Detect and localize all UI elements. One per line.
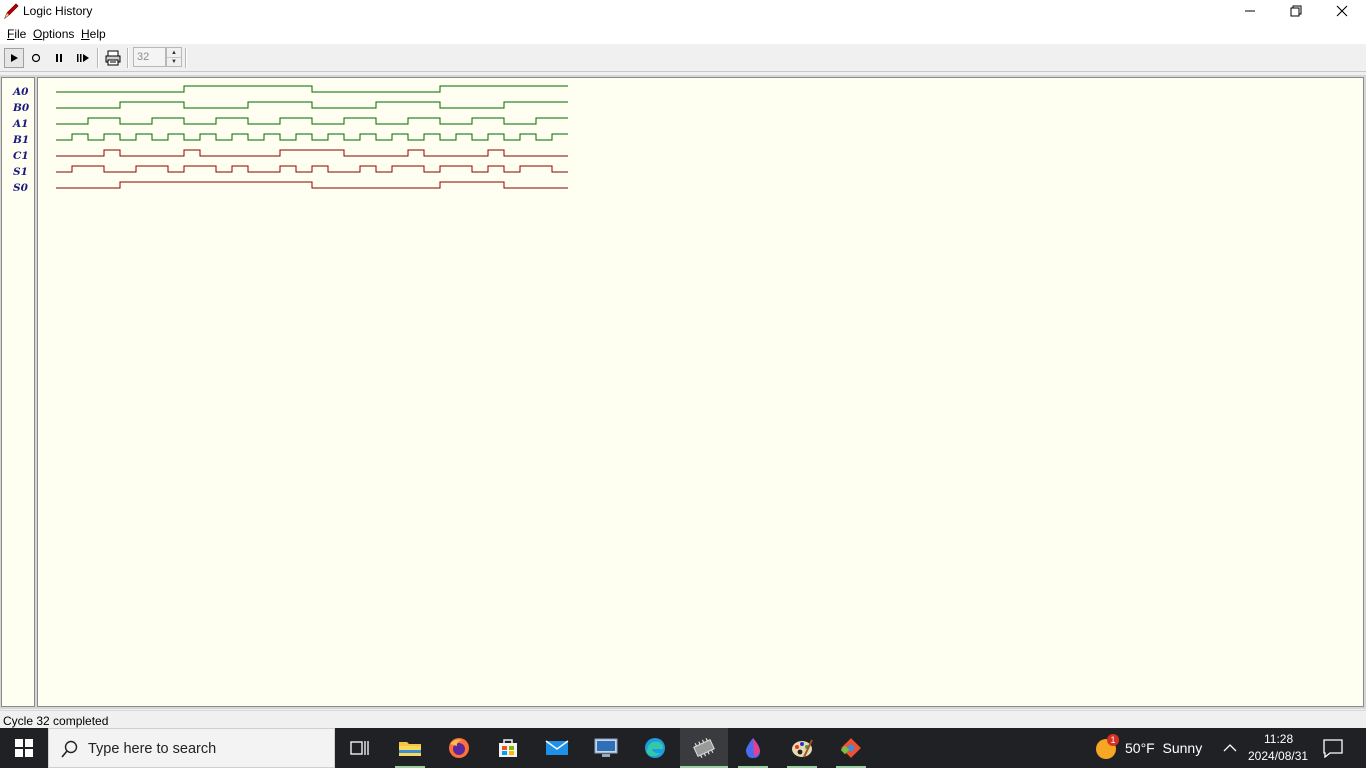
show-hidden-icons-button[interactable] bbox=[1221, 740, 1239, 756]
restore-button[interactable] bbox=[1273, 0, 1319, 23]
title-bar: Logic History bbox=[0, 0, 1366, 23]
waveform-s0 bbox=[56, 181, 568, 189]
signal-label-b1: B1 bbox=[13, 134, 30, 146]
taskbar-logic-simulator[interactable] bbox=[680, 728, 728, 768]
windows-icon bbox=[15, 739, 33, 757]
menu-options[interactable]: Options bbox=[33, 27, 74, 41]
cycle-count-input[interactable]: 32 bbox=[133, 47, 166, 67]
signal-label-s1: S1 bbox=[13, 166, 28, 178]
notifications-button[interactable] bbox=[1322, 738, 1344, 759]
record-button[interactable] bbox=[26, 48, 46, 68]
waveform-a1 bbox=[56, 117, 568, 125]
task-view-button[interactable] bbox=[336, 728, 384, 768]
signal-label-s0: S0 bbox=[13, 182, 28, 194]
toolbar-separator bbox=[97, 48, 99, 68]
spin-up-icon[interactable]: ▲ bbox=[167, 48, 181, 57]
step-icon bbox=[77, 54, 89, 62]
menu-file[interactable]: File bbox=[7, 27, 26, 41]
close-icon bbox=[1336, 5, 1348, 17]
spin-down-icon[interactable]: ▼ bbox=[167, 57, 181, 66]
signal-label-b0: B0 bbox=[13, 102, 30, 114]
remote-desktop-icon bbox=[594, 738, 618, 757]
palette-icon bbox=[792, 739, 813, 758]
close-button[interactable] bbox=[1319, 0, 1365, 23]
taskbar-remote-desktop[interactable] bbox=[582, 728, 630, 768]
clock-date[interactable]: 2024/08/31 bbox=[1248, 749, 1308, 763]
menu-help[interactable]: Help bbox=[81, 27, 106, 41]
taskbar: Type here to search 1 50°F Sunny 11:28 2… bbox=[0, 728, 1366, 768]
waveform-c1 bbox=[56, 149, 568, 157]
play-button[interactable] bbox=[4, 48, 24, 68]
pencil-icon bbox=[4, 3, 19, 19]
search-placeholder: Type here to search bbox=[88, 741, 217, 757]
waveform-b1 bbox=[56, 133, 568, 141]
firefox-icon bbox=[449, 738, 469, 758]
menu-bar: File Options Help bbox=[0, 23, 1366, 44]
signal-labels-pane: A0 B0 A1 B1 C1 S1 S0 bbox=[1, 77, 35, 707]
clock-time[interactable]: 11:28 bbox=[1264, 732, 1293, 746]
task-view-icon bbox=[350, 741, 369, 755]
signal-label-c1: C1 bbox=[13, 150, 29, 162]
file-explorer-icon bbox=[399, 742, 421, 756]
waveform-a0 bbox=[56, 85, 568, 93]
minimize-button[interactable] bbox=[1227, 0, 1273, 23]
start-button[interactable] bbox=[0, 728, 48, 768]
signal-label-a0: A0 bbox=[13, 86, 29, 98]
taskbar-search-box[interactable]: Type here to search bbox=[48, 728, 335, 768]
taskbar-firefox[interactable] bbox=[435, 728, 483, 768]
toolbar bbox=[0, 44, 1366, 72]
taskbar-edge[interactable] bbox=[631, 728, 679, 768]
status-bar: Cycle 32 completed bbox=[0, 710, 1366, 728]
window-title: Logic History bbox=[23, 4, 93, 18]
store-icon bbox=[499, 739, 517, 757]
weather-widget[interactable]: 1 bbox=[1094, 734, 1119, 760]
status-text: Cycle 32 completed bbox=[3, 714, 109, 728]
taskbar-git[interactable] bbox=[827, 728, 875, 768]
minimize-icon bbox=[1245, 10, 1255, 12]
mail-icon bbox=[545, 740, 569, 755]
weather-badge: 1 bbox=[1107, 734, 1119, 746]
waveform-b0 bbox=[56, 101, 568, 109]
cycle-count-spinner[interactable]: ▲ ▼ bbox=[166, 47, 182, 67]
chevron-up-icon bbox=[1223, 744, 1237, 752]
notification-icon bbox=[1323, 739, 1343, 759]
git-icon bbox=[840, 738, 861, 758]
waveform-plot[interactable] bbox=[37, 77, 1364, 707]
print-icon bbox=[105, 50, 121, 66]
weather-temp[interactable]: 50°F Sunny bbox=[1125, 740, 1202, 756]
edge-icon bbox=[645, 738, 665, 758]
step-button[interactable] bbox=[73, 48, 93, 68]
taskbar-palette[interactable] bbox=[778, 728, 826, 768]
toolbar-separator bbox=[185, 48, 187, 68]
paint-drop-icon bbox=[745, 738, 760, 759]
pause-icon bbox=[56, 54, 62, 62]
restore-icon bbox=[1290, 5, 1302, 17]
pause-button[interactable] bbox=[49, 48, 69, 68]
taskbar-mail[interactable] bbox=[533, 728, 581, 768]
logic-simulator-icon bbox=[693, 738, 715, 758]
search-icon bbox=[61, 740, 78, 758]
taskbar-store[interactable] bbox=[484, 728, 532, 768]
waveform-canvas bbox=[56, 85, 568, 189]
toolbar-separator bbox=[127, 48, 129, 68]
play-icon bbox=[11, 54, 18, 62]
waveform-s1 bbox=[56, 165, 568, 173]
signal-label-a1: A1 bbox=[13, 118, 29, 130]
print-button[interactable] bbox=[103, 48, 123, 68]
taskbar-paint-drop[interactable] bbox=[729, 728, 777, 768]
taskbar-file-explorer[interactable] bbox=[386, 728, 434, 768]
record-icon bbox=[31, 53, 41, 63]
